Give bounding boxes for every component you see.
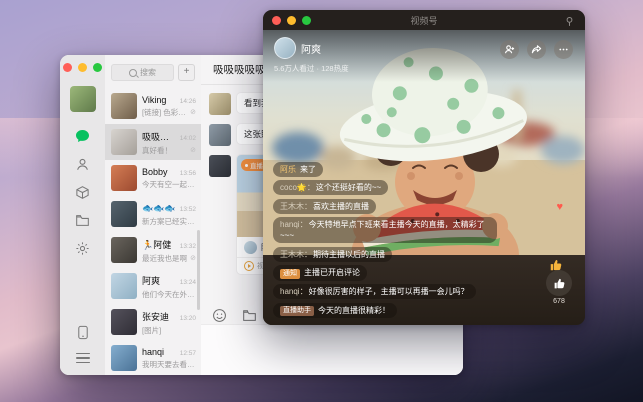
live-comment-notice: 通知 主播已开启评论: [273, 265, 367, 281]
follow-button[interactable]: [500, 40, 519, 59]
avatar: [111, 345, 137, 371]
streamer-name: 阿爽: [301, 44, 321, 56]
minimize-button[interactable]: [78, 63, 87, 72]
like-count: 678: [553, 298, 565, 305]
menu-icon[interactable]: [75, 352, 90, 363]
channels-live-window: 视频号 阿爽 5.6万人看过 · 128热度 阿乐 来了 coco🌟 ： 这个还…: [263, 10, 585, 325]
more-button[interactable]: [554, 40, 573, 59]
mute-icon: ⊘: [190, 109, 196, 116]
view-stats: 5.6万人看过 · 128热度: [274, 64, 349, 73]
mute-icon: ⊘: [190, 146, 196, 154]
live-comment-join: 阿乐 来了: [273, 161, 323, 177]
chat-list-item[interactable]: Viking14:26 [链接] 色彩图书馆⊘: [105, 88, 201, 124]
chat-list-item[interactable]: 阿爽13:24 他们今天在外面，明天就…: [105, 268, 201, 304]
live-comment: 王木木期待主播以后的直播: [273, 246, 392, 262]
avatar: [111, 273, 137, 299]
file-icon[interactable]: [242, 308, 257, 323]
wechat-sidebar: [60, 55, 106, 375]
emoji-icon[interactable]: [212, 308, 227, 323]
desktop: 搜索 + Viking14:26 [链接] 色彩图书馆⊘ 吸吸吸吸吸猫群🐈14:…: [0, 0, 643, 402]
streamer-avatar[interactable]: [274, 37, 296, 59]
live-actions: [500, 40, 573, 59]
search-icon: [129, 68, 137, 77]
share-button[interactable]: [527, 40, 546, 59]
avatar[interactable]: [209, 124, 231, 146]
message-input-area[interactable]: [201, 324, 463, 375]
chat-list-item-selected[interactable]: 吸吸吸吸吸猫群🐈14:02 真好看！⊘: [105, 124, 201, 160]
avatar: [111, 165, 137, 191]
live-comment: 王木木喜欢主播的直播: [273, 198, 376, 214]
live-comments: 阿乐来了 coco🌟这个还挺好看的~~ 王木木喜欢主播的直播 hanqi今天特地…: [273, 161, 497, 318]
avatar[interactable]: [209, 155, 231, 177]
live-comment: hanqi好像很厉害的样子，主播可以再播一会儿吗？: [273, 284, 476, 299]
files-icon[interactable]: [74, 212, 91, 229]
chats-icon[interactable]: [74, 128, 91, 145]
live-comment: coco🌟这个还挺好看的~~: [273, 180, 389, 195]
avatar: [111, 93, 137, 119]
close-button[interactable]: [272, 15, 281, 25]
live-comment: hanqi今天特地早点下班来看主播今天的直播，太精彩了~~~: [273, 217, 497, 243]
channels-icon: [244, 261, 254, 271]
chat-list-item[interactable]: 🏃阿健 13:32 最近我也是啊 ⊘: [105, 232, 201, 268]
streamer-header: 阿爽 5.6万人看过 · 128热度: [274, 37, 349, 74]
avatar: [111, 201, 137, 227]
settings-icon[interactable]: [74, 240, 91, 257]
chat-list-item[interactable]: 张安迪 13:20 [图片]: [105, 304, 201, 340]
window-title: 视频号: [410, 15, 438, 26]
avatar: [111, 309, 137, 335]
pin-icon[interactable]: [564, 14, 575, 32]
scrollbar[interactable]: [197, 230, 200, 310]
like-widget: 678: [546, 270, 572, 305]
mute-icon: ⊘: [190, 254, 196, 262]
chat-list-item[interactable]: 🐟🐟🐟 13:52 新方案已经实现了: [105, 196, 201, 232]
window-controls: [63, 63, 102, 72]
live-comment-assistant: 直播助手 今天的直播很精彩！: [273, 302, 397, 318]
like-button[interactable]: [546, 270, 572, 296]
heart-reaction-icon: ♥: [556, 201, 563, 213]
search-input[interactable]: 搜索: [111, 64, 174, 81]
close-button[interactable]: [63, 63, 72, 72]
avatar: [244, 241, 257, 254]
phone-icon[interactable]: [74, 324, 91, 341]
avatar[interactable]: [69, 86, 96, 112]
minimize-button[interactable]: [287, 15, 296, 25]
search-placeholder: 搜索: [140, 68, 156, 77]
chat-list-item[interactable]: hanqi 12:57 我明天要去看车展: [105, 340, 201, 375]
add-chat-button[interactable]: +: [178, 64, 195, 81]
zoom-button[interactable]: [93, 63, 102, 72]
avatar: [111, 237, 137, 263]
contacts-icon[interactable]: [74, 156, 91, 173]
zoom-button[interactable]: [302, 15, 311, 25]
group-avatar: [111, 129, 137, 155]
avatar[interactable]: [209, 93, 231, 115]
favorites-icon[interactable]: [74, 184, 91, 201]
live-titlebar: 视频号: [263, 10, 585, 30]
chat-list-item[interactable]: Bobby13:56 今天有空一起出去吃饭吗？: [105, 160, 201, 196]
chat-list-pane: 搜索 + Viking14:26 [链接] 色彩图书馆⊘ 吸吸吸吸吸猫群🐈14:…: [105, 55, 202, 375]
